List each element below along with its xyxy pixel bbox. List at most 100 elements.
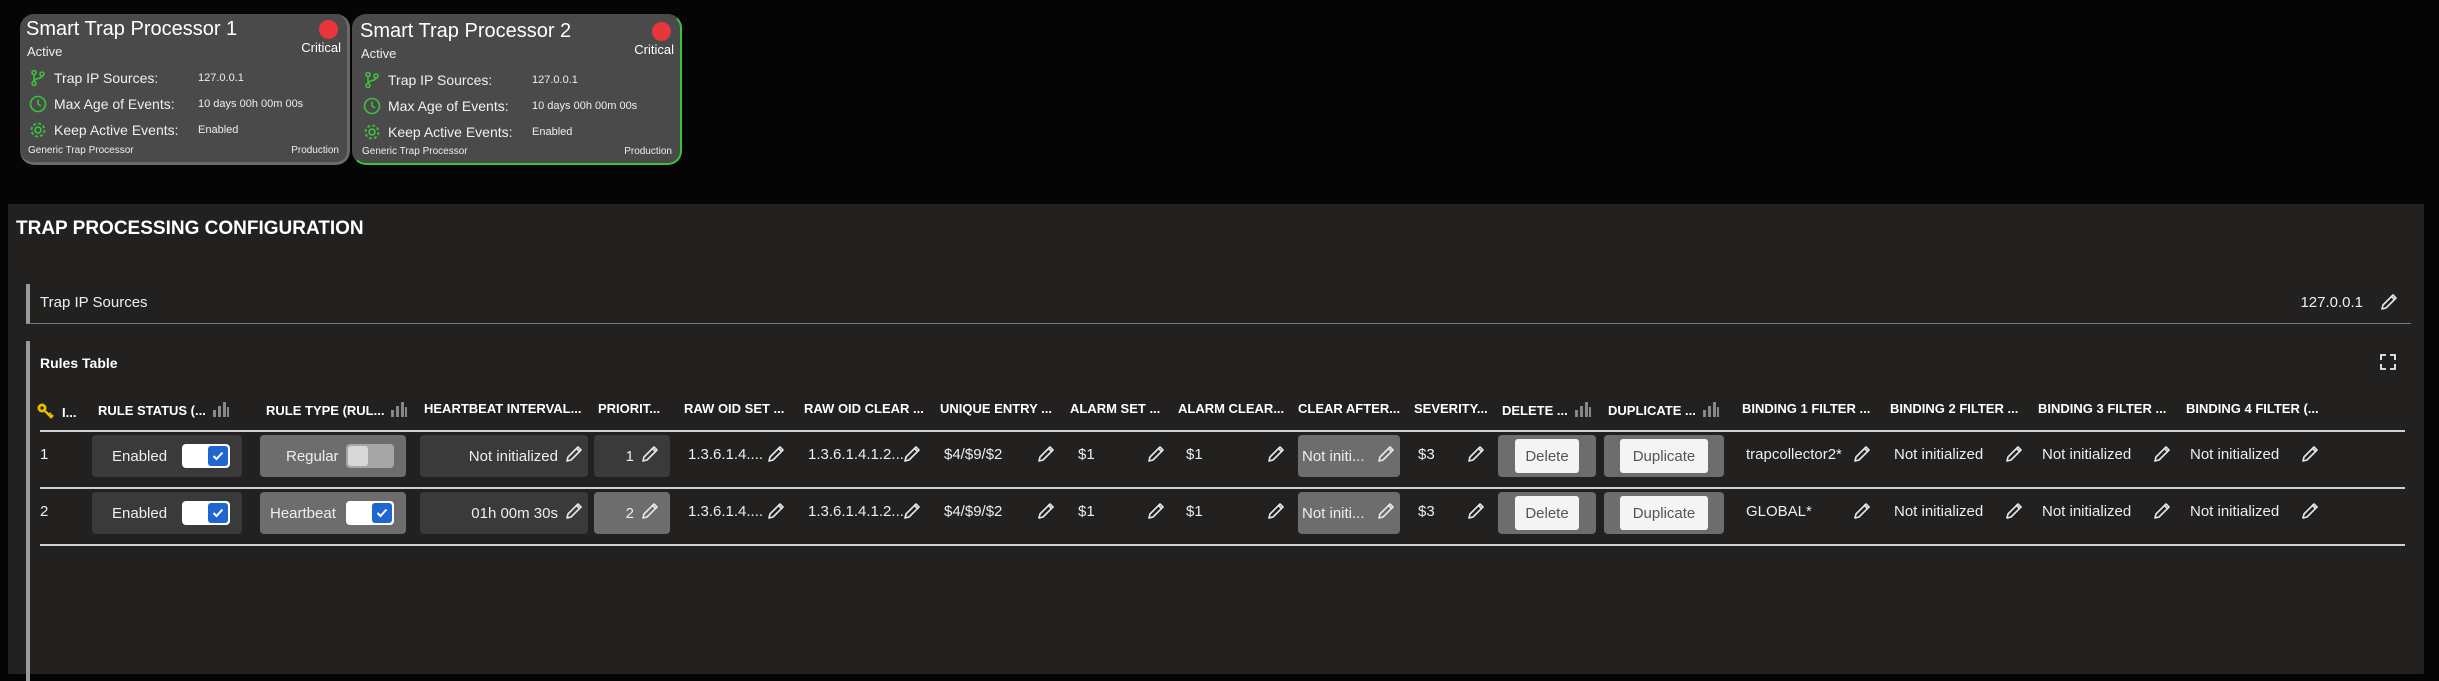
pencil-icon[interactable] [1466, 444, 1486, 464]
pencil-icon[interactable] [2004, 501, 2024, 521]
priority-field[interactable]: 1 [594, 435, 670, 477]
delete-button[interactable]: Delete [1515, 439, 1579, 473]
card-environment: Production [291, 145, 339, 156]
rule-status-toggle[interactable] [182, 501, 230, 525]
card-row-value: Enabled [198, 124, 239, 136]
heartbeat-field[interactable]: Not initialized [420, 435, 588, 477]
rule-type-label: Regular [286, 447, 339, 465]
column-header-severity[interactable]: SEVERITY... [1414, 401, 1488, 416]
rule-type-field[interactable]: Heartbeat [260, 492, 406, 534]
pencil-icon[interactable] [1852, 501, 1872, 521]
pencil-icon[interactable] [902, 501, 922, 521]
pencil-icon[interactable] [2152, 501, 2172, 521]
column-header-label: ALARM SET ... [1070, 401, 1161, 416]
card-row-label: Trap IP Sources: [54, 70, 159, 86]
column-header-label: DELETE ... [1502, 403, 1568, 418]
card-status: Active [361, 46, 397, 61]
pencil-icon[interactable] [2152, 444, 2172, 464]
trap-ip-sources-label: Trap IP Sources [40, 294, 148, 311]
column-header-index[interactable]: I... [36, 401, 76, 424]
raw-oid-set-value: 1.3.6.1.4.... [688, 503, 764, 520]
column-header-clear-after[interactable]: CLEAR AFTER... [1298, 401, 1400, 416]
pencil-icon[interactable] [1852, 444, 1872, 464]
bar-chart-icon[interactable] [212, 401, 230, 420]
card-row-max-age: Max Age of Events: 10 days 00h 00m 00s [28, 94, 303, 114]
rule-status-field[interactable]: Enabled [92, 435, 242, 477]
rule-type-field[interactable]: Regular [260, 435, 406, 477]
clear-after-field[interactable]: Not initi... [1298, 435, 1400, 477]
pencil-icon[interactable] [1466, 501, 1486, 521]
card-row-label: Keep Active Events: [54, 122, 179, 138]
pencil-icon[interactable] [1266, 501, 1286, 521]
column-header-delete[interactable]: DELETE ... [1502, 401, 1592, 420]
check-icon [208, 446, 228, 466]
column-header-label: RULE STATUS (... [98, 403, 206, 418]
expand-icon[interactable] [2379, 353, 2397, 376]
rule-type-toggle[interactable] [346, 501, 394, 525]
column-header-binding-4[interactable]: BINDING 4 FILTER (... [2186, 401, 2319, 416]
column-header-label: ALARM CLEAR... [1178, 401, 1285, 416]
pencil-icon[interactable] [766, 501, 786, 521]
pencil-icon[interactable] [1146, 501, 1166, 521]
pencil-icon[interactable] [1036, 444, 1056, 464]
column-header-unique-entry[interactable]: UNIQUE ENTRY ... [940, 401, 1052, 416]
binding-3-value: Not initialized [2042, 503, 2132, 520]
pencil-icon[interactable] [766, 444, 786, 464]
processor-card-2[interactable]: Smart Trap Processor 2 Active Critical T… [352, 14, 682, 165]
column-header-raw-oid-clear[interactable]: RAW OID CLEAR ... [804, 401, 924, 416]
priority-field[interactable]: 2 [594, 492, 670, 534]
bar-chart-icon[interactable] [390, 401, 408, 420]
pencil-icon[interactable] [1376, 444, 1396, 468]
duplicate-button[interactable]: Duplicate [1620, 496, 1708, 530]
panel-title: TRAP PROCESSING CONFIGURATION [16, 218, 364, 239]
pencil-icon[interactable] [2300, 501, 2320, 521]
pencil-icon[interactable] [564, 444, 584, 468]
pencil-icon[interactable] [2379, 292, 2399, 317]
pencil-icon[interactable] [2004, 444, 2024, 464]
column-header-binding-1[interactable]: BINDING 1 FILTER ... [1742, 401, 1870, 416]
branch-icon [28, 68, 48, 88]
duplicate-button[interactable]: Duplicate [1620, 439, 1708, 473]
pencil-icon[interactable] [2300, 444, 2320, 464]
rule-status-toggle[interactable] [182, 444, 230, 468]
column-header-duplicate[interactable]: DUPLICATE ... [1608, 401, 1720, 420]
rule-status-field[interactable]: Enabled [92, 492, 242, 534]
bar-chart-icon[interactable] [1574, 401, 1592, 420]
column-header-priority[interactable]: PRIORIT... [598, 401, 660, 416]
column-header-label: PRIORIT... [598, 401, 661, 416]
column-header-binding-2[interactable]: BINDING 2 FILTER ... [1890, 401, 2018, 416]
column-header-heartbeat[interactable]: HEARTBEAT INTERVAL... [424, 401, 581, 416]
column-header-label: DUPLICATE ... [1608, 403, 1696, 418]
divider [40, 544, 2405, 546]
pencil-icon[interactable] [1146, 444, 1166, 464]
binding-4-value: Not initialized [2190, 503, 2280, 520]
column-header-alarm-clear[interactable]: ALARM CLEAR... [1178, 401, 1284, 416]
pencil-icon[interactable] [564, 501, 584, 525]
pencil-icon[interactable] [902, 444, 922, 464]
column-header-alarm-set[interactable]: ALARM SET ... [1070, 401, 1160, 416]
heartbeat-value: Not initialized [468, 447, 558, 465]
card-row-label: Trap IP Sources: [388, 72, 493, 88]
column-header-rule-status[interactable]: RULE STATUS (... [98, 401, 230, 420]
pencil-icon[interactable] [640, 444, 660, 468]
clear-after-field[interactable]: Not initi... [1298, 492, 1400, 534]
gear-icon [28, 120, 48, 140]
processor-card-1[interactable]: Smart Trap Processor 1 Active Critical T… [20, 14, 350, 165]
card-row-value: 127.0.0.1 [198, 72, 244, 84]
bar-chart-icon[interactable] [1702, 401, 1720, 420]
pencil-icon[interactable] [640, 501, 660, 525]
pencil-icon[interactable] [1266, 444, 1286, 464]
pencil-icon[interactable] [1036, 501, 1056, 521]
column-header-raw-oid-set[interactable]: RAW OID SET ... [684, 401, 784, 416]
delete-button[interactable]: Delete [1515, 496, 1579, 530]
heartbeat-field[interactable]: 01h 00m 30s [420, 492, 588, 534]
priority-value: 2 [625, 504, 634, 522]
card-title: Smart Trap Processor 1 [26, 18, 238, 40]
delete-cell: Delete [1498, 435, 1596, 477]
rule-type-toggle[interactable] [346, 444, 394, 468]
column-header-rule-type[interactable]: RULE TYPE (RUL... [266, 401, 408, 420]
pencil-icon[interactable] [1376, 501, 1396, 525]
column-header-binding-3[interactable]: BINDING 3 FILTER ... [2038, 401, 2166, 416]
clock-icon [28, 94, 48, 114]
card-severity: Critical [634, 42, 674, 57]
